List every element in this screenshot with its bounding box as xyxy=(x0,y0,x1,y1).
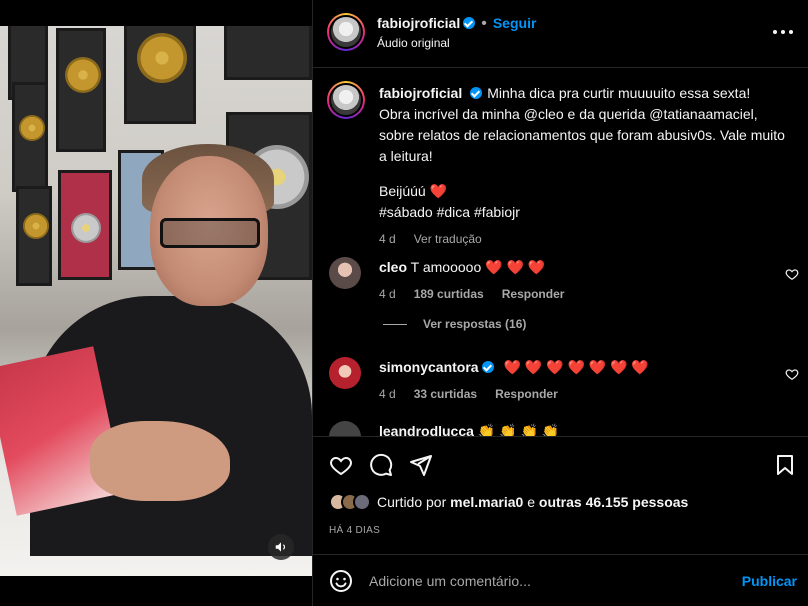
wall-frame xyxy=(124,26,196,124)
save-button[interactable] xyxy=(773,453,797,477)
separator-dot: • xyxy=(481,15,487,32)
follow-button[interactable]: Seguir xyxy=(493,15,537,31)
caption-meta: 4 d Ver tradução xyxy=(379,229,789,250)
likes-middle: e xyxy=(527,494,536,510)
comment-age: 4 d xyxy=(379,287,396,301)
share-button[interactable] xyxy=(409,453,433,477)
comment-likes[interactable]: 33 curtidas xyxy=(414,387,477,401)
comment-icon xyxy=(370,453,393,476)
post-header: fabiojroficial • Seguir Áudio original xyxy=(313,0,808,68)
caption-username[interactable]: fabiojroficial xyxy=(379,85,462,101)
comment-item: simonycantora ❤️ ❤️ ❤️ ❤️ ❤️ ❤️ ❤️ 4 d 33… xyxy=(329,357,799,417)
comment-button[interactable] xyxy=(369,453,393,477)
verified-badge-icon xyxy=(463,17,476,29)
comment-like-heart-icon[interactable] xyxy=(785,367,799,381)
wall-frame xyxy=(16,186,52,286)
header-title-row: fabiojroficial • Seguir xyxy=(377,15,536,33)
comment-emoji: 👏 👏 👏 👏 xyxy=(477,423,560,436)
comment-item: cleo T amooooo ❤️ ❤️ ❤️ 4 d 189 curtidas R… xyxy=(329,257,799,317)
comment-meta: 4 d 33 curtidas Responder xyxy=(379,387,558,401)
speaker-icon xyxy=(275,542,286,552)
likes-prefix: Curtido por xyxy=(377,494,447,510)
sound-toggle-button[interactable] xyxy=(268,534,294,560)
caption-signoff: Beijúúú xyxy=(379,183,426,199)
likes-summary: Curtido por mel.maria0 e outras 46.155 p… xyxy=(329,493,688,511)
reel-video[interactable] xyxy=(0,26,312,576)
reply-button[interactable]: Responder xyxy=(495,387,558,401)
caption-line-1: Minha dica pra curtir muuuuito essa sext… xyxy=(487,85,751,101)
comment-emoji: ❤️ ❤️ ❤️ ❤️ ❤️ ❤️ ❤️ xyxy=(503,359,649,375)
post-actions: Curtido por mel.maria0 e outras 46.155 p… xyxy=(313,436,808,554)
caption-author-avatar[interactable] xyxy=(327,81,365,119)
audio-link[interactable]: Áudio original xyxy=(377,36,450,50)
likes-text[interactable]: Curtido por mel.maria0 e outras 46.155 p… xyxy=(377,494,688,510)
translate-link[interactable]: Ver tradução xyxy=(414,232,482,246)
caption-hashtags[interactable]: #sábado #dica #fabiojr xyxy=(379,202,789,223)
likes-user[interactable]: mel.maria0 xyxy=(450,494,523,510)
caption-line-4: a leitura! xyxy=(379,148,433,164)
heart-icon xyxy=(330,456,352,476)
wall-frame xyxy=(12,82,48,192)
comment-meta: 4 d 189 curtidas Responder xyxy=(379,287,564,301)
comment-avatar[interactable] xyxy=(329,357,361,389)
comment-age: 4 d xyxy=(379,387,396,401)
caption-line-3: sobre relatos de relacionamentos que for… xyxy=(379,127,785,143)
comment-body: simonycantora ❤️ ❤️ ❤️ ❤️ ❤️ ❤️ ❤️ xyxy=(379,357,769,377)
caption-heart-emoji: ❤️ xyxy=(429,183,448,199)
comment-emoji: ❤️ ❤️ ❤️ xyxy=(485,259,546,275)
caption-line-2: Obra incrível da minha @cleo e da querid… xyxy=(379,106,758,122)
bookmark-icon xyxy=(777,455,793,475)
author-avatar[interactable] xyxy=(327,13,365,51)
person-glasses xyxy=(160,218,260,248)
wall-frame xyxy=(58,170,112,280)
post-caption: fabiojroficial Minha dica pra curtir muuu… xyxy=(379,83,789,250)
post-media xyxy=(0,0,312,606)
wall-frame xyxy=(224,26,312,80)
comment-composer: Publicar xyxy=(313,554,808,606)
verified-badge-icon xyxy=(470,87,483,99)
comment-like-heart-icon[interactable] xyxy=(785,267,799,281)
liker-avatar xyxy=(353,493,371,511)
person-hand xyxy=(90,421,230,501)
view-replies-button[interactable]: Ver respostas (16) xyxy=(383,317,526,331)
comment-avatar[interactable] xyxy=(329,421,361,436)
comment-body: leandrodlucca 👏 👏 👏 👏 xyxy=(379,421,769,436)
more-options-icon[interactable] xyxy=(773,24,793,40)
comment-likes[interactable]: 189 curtidas xyxy=(414,287,484,301)
likes-others[interactable]: outras 46.155 pessoas xyxy=(539,494,688,510)
comment-item: leandrodlucca 👏 👏 👏 👏 xyxy=(329,421,799,436)
post-side-panel: fabiojroficial • Seguir Áudio original fab… xyxy=(312,0,808,606)
verified-badge-icon xyxy=(481,361,494,373)
comment-username[interactable]: simonycantora xyxy=(379,359,479,375)
publish-button[interactable]: Publicar xyxy=(742,573,797,589)
comment-text: T amooooo xyxy=(410,259,482,275)
comment-avatar[interactable] xyxy=(329,257,361,289)
comment-input[interactable] xyxy=(369,569,729,593)
comments-list: fabiojroficial Minha dica pra curtir muuu… xyxy=(313,69,808,436)
author-username[interactable]: fabiojroficial xyxy=(377,15,460,31)
comment-username[interactable]: cleo xyxy=(379,259,407,275)
send-icon xyxy=(410,455,432,476)
comment-body: cleo T amooooo ❤️ ❤️ ❤️ xyxy=(379,257,769,277)
like-button[interactable] xyxy=(329,453,353,477)
reply-button[interactable]: Responder xyxy=(502,287,565,301)
comment-username[interactable]: leandrodlucca xyxy=(379,423,474,436)
caption-age: 4 d xyxy=(379,232,396,246)
smiley-icon[interactable] xyxy=(329,569,353,593)
wall-frame xyxy=(56,28,106,152)
post-date[interactable]: HÁ 4 DIAS xyxy=(329,525,380,536)
